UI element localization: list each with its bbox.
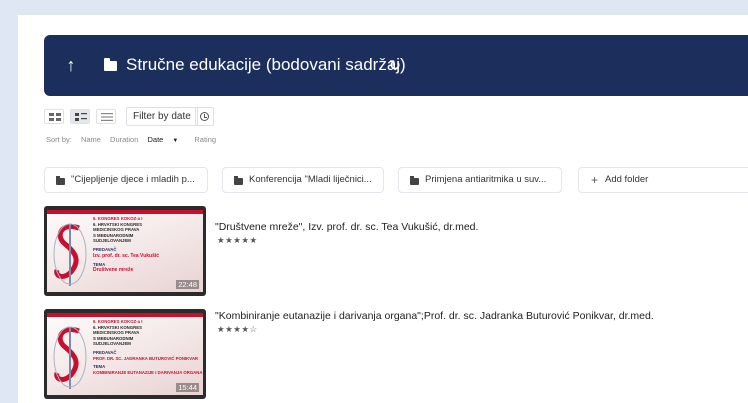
video-duration: 22:48 xyxy=(176,280,199,289)
video-duration: 15:44 xyxy=(176,383,199,392)
folder-chip-1[interactable]: "Cijepljenje djece i mladih p... xyxy=(44,167,208,193)
sort-bar: Sort by: Name Duration Date ▼ Rating xyxy=(46,135,223,144)
rating-stars[interactable]: ★★★★★ xyxy=(217,235,258,246)
sort-option-duration[interactable]: Duration xyxy=(110,135,138,144)
thumbnail-text: 6. KONGRES KOKOZ-a I 6. HRVATSKI KONGRES… xyxy=(93,319,203,375)
add-folder-button[interactable]: + Add folder xyxy=(578,167,748,193)
folder-chip-label: Primjena antiaritmika u suv... xyxy=(425,174,547,185)
rating-stars[interactable]: ★★★★☆ xyxy=(217,324,258,335)
congress-logo-icon xyxy=(53,223,87,286)
folder-icon xyxy=(56,176,65,185)
folder-icon xyxy=(104,58,117,71)
plus-icon: + xyxy=(591,173,599,187)
video-title[interactable]: "Kombiniranje eutanazije i darivanja org… xyxy=(215,310,654,322)
add-folder-label: Add folder xyxy=(605,174,649,185)
folder-chip-label: Konferencija "Mladi liječnici... xyxy=(249,174,372,185)
sort-option-date[interactable]: Date ▼ xyxy=(148,135,186,144)
video-title[interactable]: "Društvene mreže", Izv. prof. dr. sc. Te… xyxy=(215,221,478,233)
thumbnail-text: 6. KONGRES KOKOZ-a I 6. HRVATSKI KONGRES… xyxy=(93,216,197,273)
detailed-list-view-button[interactable] xyxy=(70,109,90,124)
folder-icon xyxy=(234,176,243,185)
up-arrow-icon[interactable]: ↑ xyxy=(60,53,82,77)
sort-option-name[interactable]: Name xyxy=(81,135,101,144)
thumbnail-presenter: PROF. DR. SC. JADRANKA BUTUROVIĆ PONIKVA… xyxy=(93,355,199,361)
thumbnail-accent-stripe xyxy=(47,313,203,317)
thumbnail-presenter: Izv. prof. dr. sc. Tea Vukušić xyxy=(93,252,160,259)
filter-by-date-button[interactable]: Filter by date xyxy=(126,107,198,126)
folder-title: Stručne edukacije (bodovani sadržaj) xyxy=(126,55,406,74)
sort-option-rating[interactable]: Rating xyxy=(194,135,216,144)
sort-descending-icon: ▼ xyxy=(172,138,179,144)
grid-view-button[interactable] xyxy=(44,109,64,124)
thumbnail-line: SUDJELOVANJEM xyxy=(93,238,131,244)
folder-chip-3[interactable]: Primjena antiaritmika u suv... xyxy=(398,167,562,193)
detailed-list-icon xyxy=(75,113,87,121)
sort-option-date-label: Date xyxy=(147,135,164,144)
folder-chip-label: "Cijepljenje djece i mladih p... xyxy=(71,174,195,185)
clock-icon[interactable] xyxy=(195,107,214,126)
list-view-button[interactable] xyxy=(96,109,116,124)
list-view-icon xyxy=(101,113,113,121)
folder-chip-2[interactable]: Konferencija "Mladi liječnici... xyxy=(222,167,384,193)
video-thumbnail[interactable]: 6. KONGRES KOKOZ-a I 6. HRVATSKI KONGRES… xyxy=(44,206,206,296)
grid-view-icon xyxy=(49,113,61,121)
thumbnail-line: SUDJELOVANJEM xyxy=(93,341,131,347)
page-content: ↑ Stručne edukacije (bodovani sadržaj) ↻… xyxy=(18,15,748,403)
folder-icon xyxy=(410,176,419,185)
thumbnail-topic: Društvene mreže xyxy=(93,267,134,274)
folder-header-bar: ↑ Stručne edukacije (bodovani sadržaj) ↻ xyxy=(44,35,748,96)
refresh-icon[interactable]: ↻ xyxy=(389,54,401,76)
thumbnail-topic: KOMBINIRANJE EUTANAZIJE I DARIVANJA ORGA… xyxy=(93,369,203,375)
video-thumbnail[interactable]: 6. KONGRES KOKOZ-a I 6. HRVATSKI KONGRES… xyxy=(44,309,206,399)
congress-logo-icon xyxy=(53,326,87,389)
sort-label: Sort by: xyxy=(46,135,72,144)
thumbnail-accent-stripe xyxy=(47,210,203,214)
